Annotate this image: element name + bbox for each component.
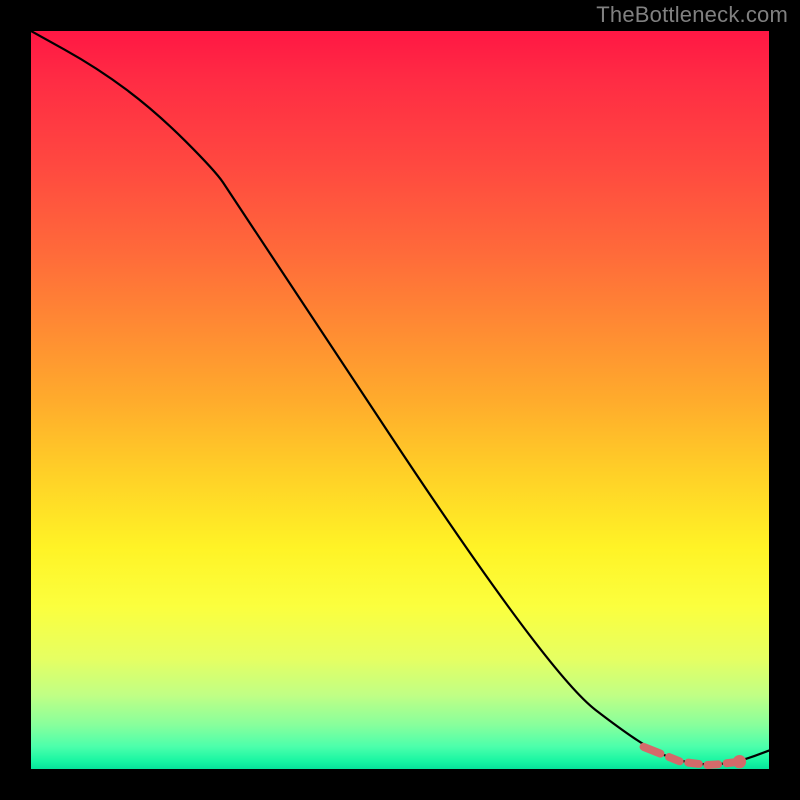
chart-svg xyxy=(31,31,769,769)
dash-segment xyxy=(644,747,661,754)
dash-segment xyxy=(688,763,699,764)
chart-frame: TheBottleneck.com xyxy=(0,0,800,800)
plot-area xyxy=(31,31,769,769)
dash-segment xyxy=(669,757,680,761)
watermark-text: TheBottleneck.com xyxy=(596,2,788,28)
dash-group xyxy=(644,747,738,765)
dash-segment xyxy=(707,764,718,765)
marker-dot xyxy=(733,755,746,768)
bottleneck-curve xyxy=(31,31,769,764)
